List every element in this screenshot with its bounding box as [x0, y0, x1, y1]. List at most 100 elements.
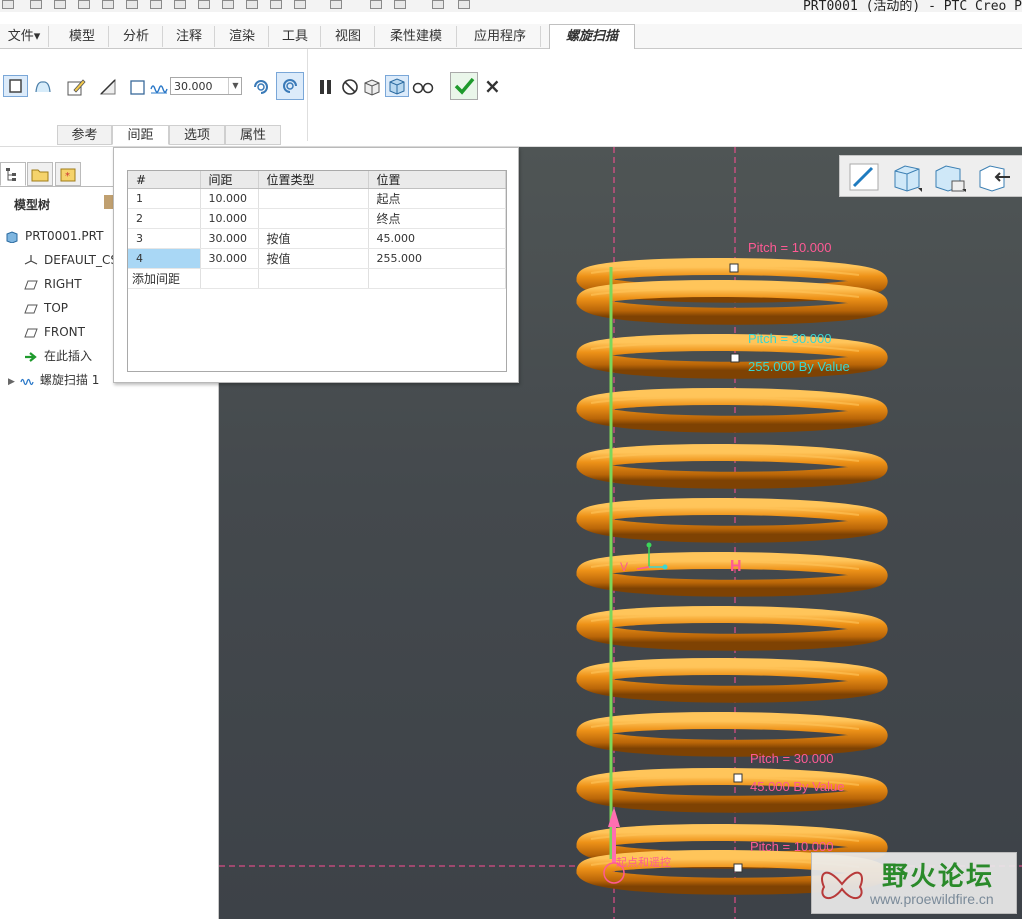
- sketch-sweep-button[interactable]: [66, 77, 86, 97]
- tab-helical-sweep[interactable]: 螺旋扫描: [549, 24, 635, 50]
- watermark-url: www.proewildfire.cn: [870, 891, 994, 907]
- quick-access-toolbar: PRT0001 (活动的) - PTC Creo P: [0, 0, 1022, 12]
- axis-label-h: H: [730, 558, 742, 575]
- tree-item-front-plane[interactable]: FRONT: [24, 321, 85, 343]
- datum-plane-icon: [24, 280, 38, 289]
- col-header-location: 位置: [368, 171, 506, 189]
- tab-model[interactable]: 模型: [56, 26, 109, 47]
- filter-icon[interactable]: [150, 0, 162, 9]
- pitch-handle-255[interactable]: [730, 353, 740, 363]
- redo-icon[interactable]: [330, 0, 342, 9]
- feature-preview-button[interactable]: [385, 75, 409, 97]
- datum-plane-icon: [24, 328, 38, 337]
- geometry-preview-button[interactable]: [362, 77, 382, 97]
- surface-button[interactable]: [33, 77, 53, 97]
- tree-item-csys[interactable]: DEFAULT_CS: [24, 249, 118, 271]
- customize-arrow-icon[interactable]: [458, 0, 470, 9]
- spring-coil: [576, 388, 888, 433]
- tree-item-right-plane[interactable]: RIGHT: [24, 273, 82, 295]
- csys-y-dot: [646, 542, 652, 548]
- axis-label-v: V: [620, 560, 629, 574]
- row-pitch[interactable]: 10.000: [200, 208, 259, 229]
- undo-icon[interactable]: [294, 0, 306, 9]
- subtab-references[interactable]: 参考: [57, 125, 112, 145]
- expand-arrow-icon[interactable]: ▶: [8, 377, 15, 387]
- row-location-type[interactable]: 按值: [258, 228, 369, 249]
- row-location[interactable]: 45.000: [368, 228, 506, 249]
- close-window-icon[interactable]: [432, 0, 444, 9]
- window-icon[interactable]: [2, 0, 14, 9]
- table-row[interactable]: 3 30.000 按值 45.000: [128, 228, 506, 249]
- pitch-handle-start[interactable]: [733, 863, 743, 873]
- tree-item-helical-sweep[interactable]: ▶ 螺旋扫描 1: [8, 369, 99, 391]
- tab-flexible-modeling[interactable]: 柔性建模: [376, 26, 457, 47]
- tab-file[interactable]: 文件▾: [0, 26, 49, 47]
- paste-icon[interactable]: [246, 0, 258, 9]
- tab-annotate[interactable]: 注释: [164, 26, 215, 47]
- row-pitch[interactable]: 30.000: [200, 228, 259, 249]
- view-manager-button[interactable]: [932, 161, 968, 193]
- add-pitch-button[interactable]: 添加间距: [128, 268, 201, 289]
- subtab-properties[interactable]: 属性: [225, 125, 281, 145]
- model-tree-tab[interactable]: [0, 162, 26, 186]
- part-icon: [6, 230, 18, 243]
- cancel-button[interactable]: ×: [484, 74, 501, 98]
- row-location-type[interactable]: [258, 208, 369, 229]
- regenerate-icon[interactable]: [126, 0, 138, 9]
- row-location[interactable]: 起点: [368, 188, 506, 209]
- settings-icon[interactable]: [370, 0, 382, 9]
- row-location[interactable]: 终点: [368, 208, 506, 229]
- tab-analysis[interactable]: 分析: [110, 26, 163, 47]
- subtab-options[interactable]: 选项: [169, 125, 225, 145]
- favorites-tab[interactable]: *: [55, 162, 81, 186]
- start-point-label: 起点和遥控: [616, 857, 671, 869]
- save-as-icon[interactable]: [102, 0, 114, 9]
- thicken-button[interactable]: [128, 77, 148, 97]
- save-icon[interactable]: [78, 0, 90, 9]
- verify-preview-icon[interactable]: [411, 77, 435, 97]
- table-row[interactable]: 1 10.000 起点: [128, 188, 506, 209]
- solid-button[interactable]: [3, 75, 28, 97]
- subtab-pitch[interactable]: 间距: [112, 125, 169, 145]
- row-location-type[interactable]: [258, 188, 369, 209]
- tab-applications[interactable]: 应用程序: [460, 26, 541, 47]
- tab-render[interactable]: 渲染: [216, 26, 269, 47]
- folder-browser-tab[interactable]: [27, 162, 53, 186]
- windows-icon[interactable]: [394, 0, 406, 9]
- row-pitch[interactable]: 30.000: [200, 248, 259, 269]
- tree-item-insert-here[interactable]: 在此插入: [24, 345, 92, 367]
- pause-button[interactable]: [316, 77, 336, 97]
- row-location-type[interactable]: 按值: [258, 248, 369, 269]
- saved-orientations-button[interactable]: [889, 161, 925, 193]
- new-file-icon[interactable]: [30, 0, 42, 9]
- pitch-label-mid: Pitch = 30.000: [748, 331, 832, 346]
- tree-item-part[interactable]: PRT0001.PRT: [5, 225, 103, 247]
- select-icon[interactable]: [198, 0, 210, 9]
- table-row[interactable]: 2 10.000 终点: [128, 208, 506, 229]
- row-pitch[interactable]: 10.000: [200, 188, 259, 209]
- tree-item-top-plane[interactable]: TOP: [24, 297, 68, 319]
- row-location[interactable]: 255.000: [368, 248, 506, 269]
- no-preview-button[interactable]: [340, 77, 360, 97]
- table-row-selected[interactable]: 4 30.000 按值 255.000: [128, 248, 506, 269]
- perspective-button[interactable]: [976, 161, 1012, 193]
- sketch-icon[interactable]: [174, 0, 186, 9]
- pitch-handle-45[interactable]: [733, 773, 743, 783]
- tab-view[interactable]: 视图: [322, 26, 375, 47]
- left-handed-button[interactable]: [250, 76, 272, 98]
- open-file-icon[interactable]: [54, 0, 66, 9]
- layers-icon[interactable]: [270, 0, 282, 9]
- ribbon-body: ▼ × 参考 间距 选项 属性: [0, 49, 1022, 147]
- tab-tools[interactable]: 工具: [270, 26, 321, 47]
- display-style-button[interactable]: [846, 161, 882, 193]
- remove-material-button[interactable]: [98, 77, 118, 97]
- right-handed-button[interactable]: [276, 72, 304, 100]
- add-pitch-row[interactable]: 添加间距: [128, 268, 506, 289]
- pitch-handle-top[interactable]: [729, 263, 739, 273]
- check-icon: [454, 77, 475, 95]
- model-tree-title: 模型树: [14, 198, 51, 212]
- confirm-button[interactable]: [450, 72, 478, 100]
- dropdown-arrow-icon: ▾: [33, 29, 41, 44]
- chevron-down-icon[interactable]: ▼: [228, 78, 242, 94]
- copy-icon[interactable]: [222, 0, 234, 9]
